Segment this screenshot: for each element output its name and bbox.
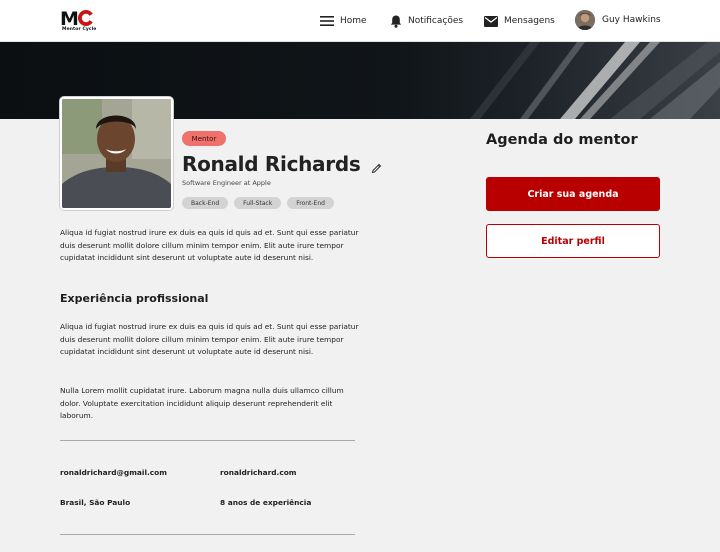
profile-name: Ronald Richards <box>182 152 361 176</box>
avatar[interactable] <box>575 10 595 30</box>
agenda-title: Agenda do mentor <box>486 132 638 148</box>
tag-back-end: Back-End <box>182 197 229 209</box>
nav-notifications[interactable]: Notificações <box>390 12 463 30</box>
top-navigation-bar: M Mentor Cycle Home Notificações Mensage… <box>0 0 720 42</box>
svg-text:M: M <box>60 8 79 29</box>
menu-icon <box>320 16 334 26</box>
create-agenda-button[interactable]: Criar sua agenda <box>486 177 660 211</box>
nav-home[interactable]: Home <box>320 12 367 30</box>
mail-icon <box>484 15 498 27</box>
experience-text-1: Aliqua id fugiat nostrud irure ex duis e… <box>60 322 359 357</box>
about-text: Aliqua id fugiat nostrud irure ex duis e… <box>60 228 359 263</box>
logo-text: Mentor Cycle <box>62 27 97 32</box>
edit-profile-button[interactable]: Editar perfil <box>486 224 660 258</box>
nav-notifications-label: Notificações <box>408 16 464 26</box>
contact-website[interactable]: ronaldrichard.com <box>220 468 297 477</box>
divider-bottom <box>60 534 355 535</box>
nav-home-label: Home <box>340 16 367 26</box>
mentor-badge: Mentor <box>182 131 226 146</box>
nav-messages-label: Mensagens <box>504 16 555 26</box>
bell-icon <box>390 15 402 28</box>
contact-location: Brasil, São Paulo <box>60 498 131 507</box>
divider-top <box>60 440 355 441</box>
tag-full-stack: Full-Stack <box>234 197 282 209</box>
experience-text-2: Nulla Lorem mollit cupidatat irure. Labo… <box>60 386 344 421</box>
nav-messages[interactable]: Mensagens <box>484 12 555 30</box>
tag-front-end: Front-End <box>287 197 334 209</box>
user-name: Guy Hawkins <box>602 15 661 25</box>
contact-email[interactable]: ronaldrichard@gmail.com <box>60 468 167 477</box>
profile-role: Software Engineer at Apple <box>182 179 271 187</box>
experience-years: 8 anos de experiência <box>220 498 312 507</box>
pencil-icon[interactable] <box>371 159 383 174</box>
skill-tags: Back-End Full-Stack Front-End <box>182 197 334 209</box>
experience-heading: Experiência profissional <box>60 292 209 305</box>
profile-photo <box>60 97 173 210</box>
user-menu[interactable]: Guy Hawkins <box>575 10 661 30</box>
